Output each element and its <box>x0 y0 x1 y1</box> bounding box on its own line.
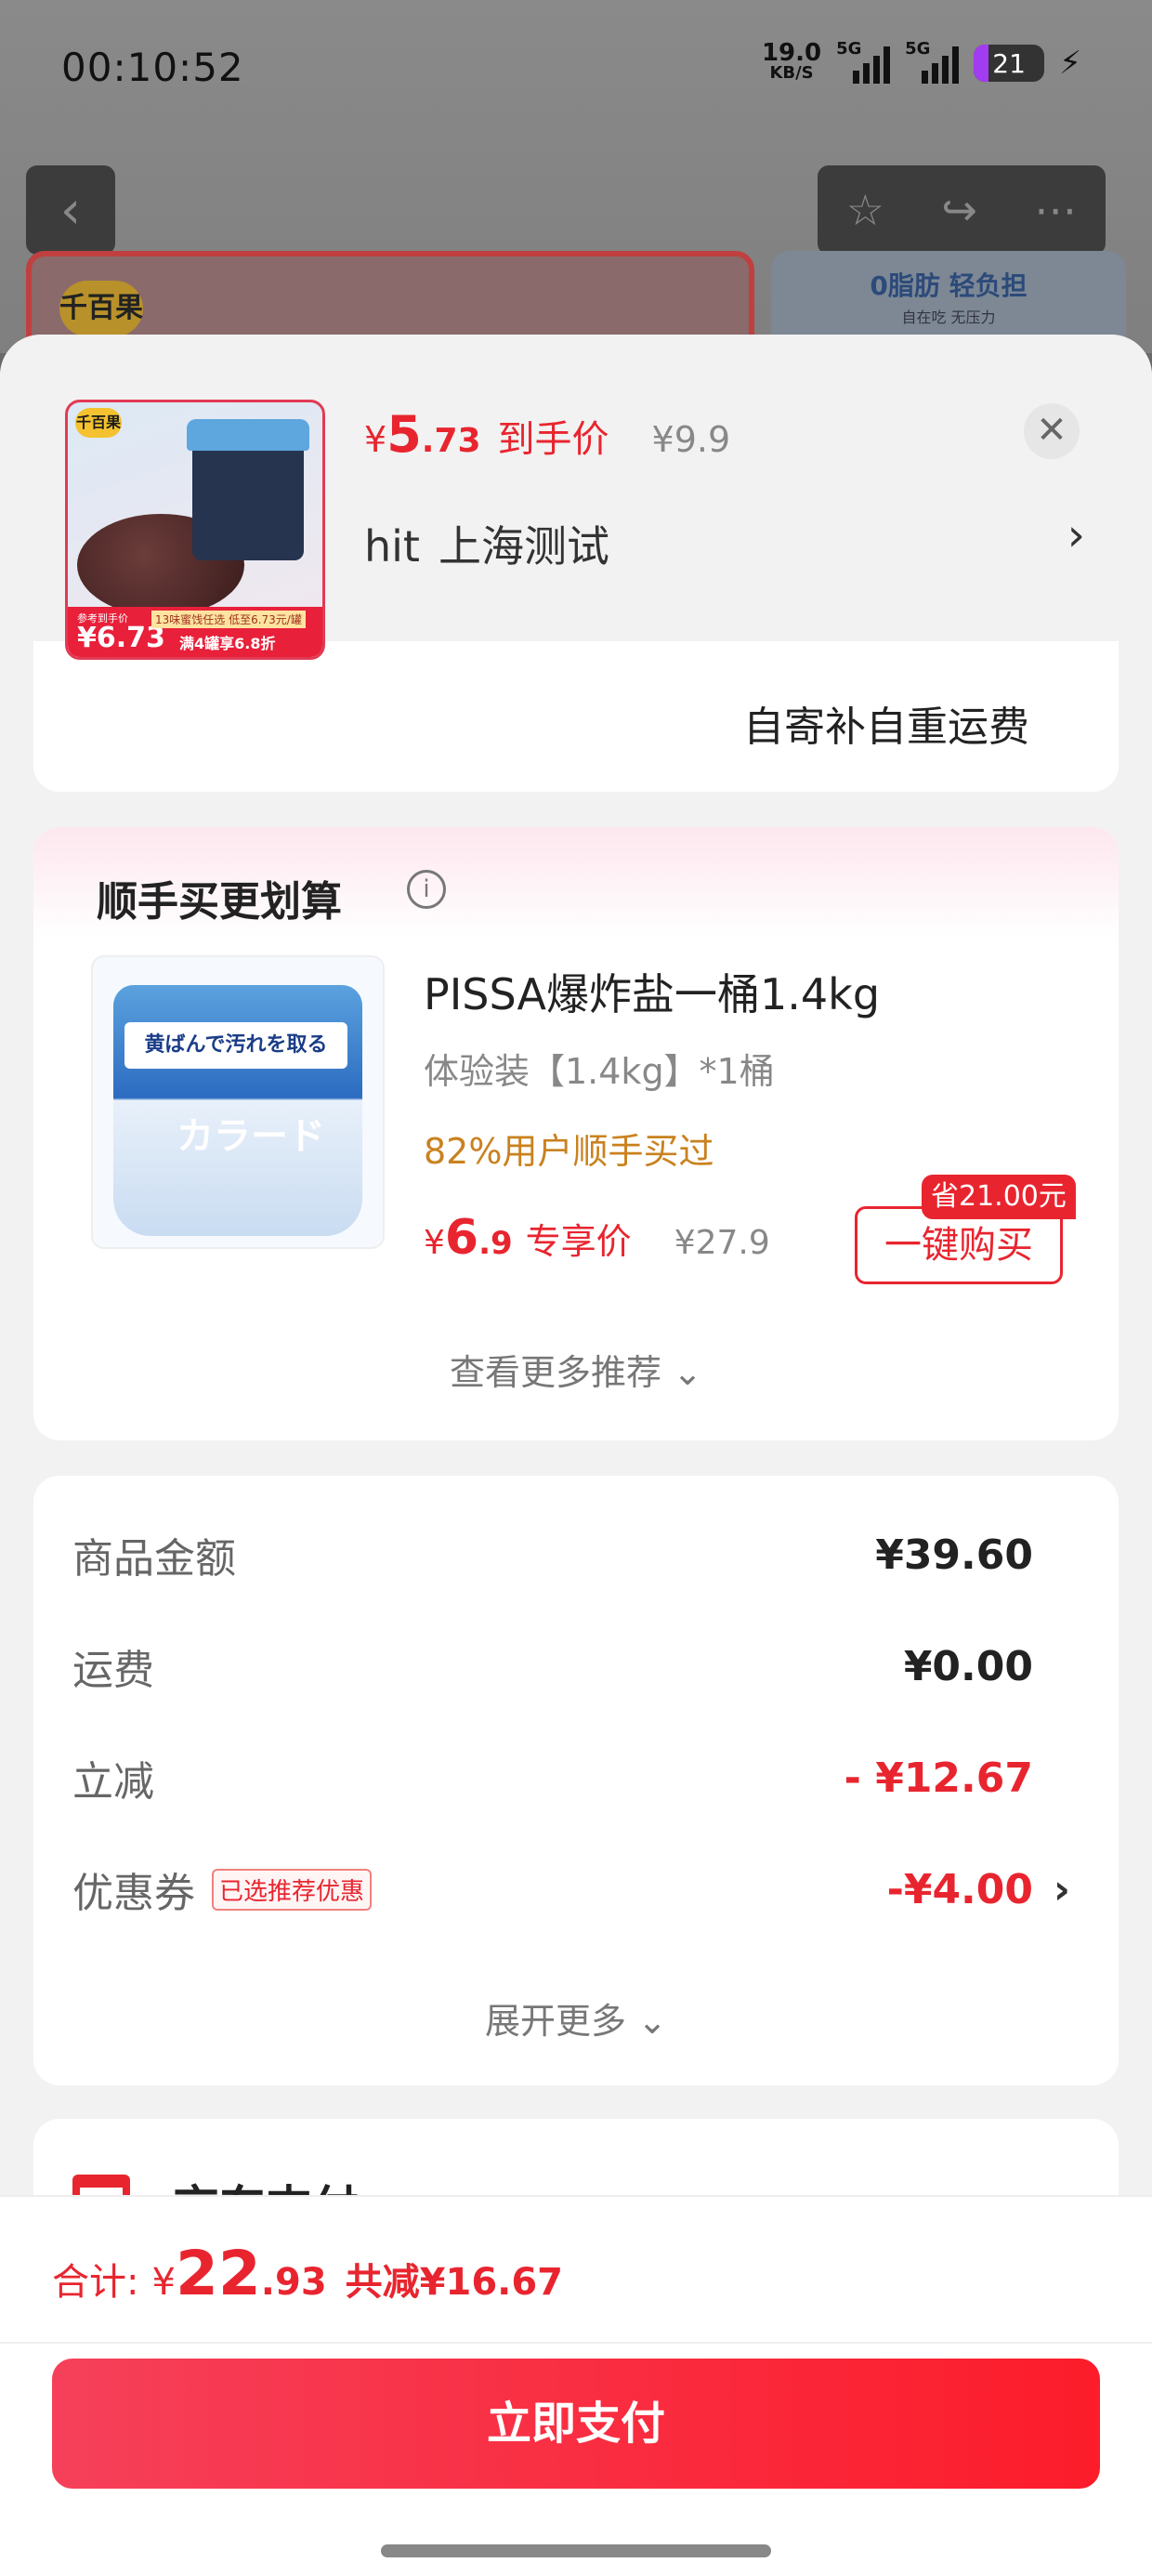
status-bar: 00:10:52 19.0 KB/S 5G 5G 21 ⚡ <box>0 0 1152 139</box>
shipping-card: 自寄补自重运费 <box>33 641 1119 792</box>
sheet-header: 千百果 参考到手价 ¥6.73 13味蜜饯任选 低至6.73元/罐 满4罐享6.… <box>0 335 1152 660</box>
chevron-right-icon[interactable]: › <box>1067 509 1085 561</box>
divider <box>0 2342 1152 2344</box>
close-button[interactable]: ✕ <box>1024 403 1080 459</box>
info-icon[interactable]: i <box>407 870 446 909</box>
net-speed: 19.0 KB/S <box>761 39 822 83</box>
summary-row-goods: 商品金额 ¥39.60 <box>72 1531 1033 1584</box>
header-price: ¥ 5 .73 到手价 ¥9.9 <box>364 405 731 464</box>
nav-actions: ☆ ↪ ⋯ <box>818 165 1106 255</box>
coupon-tag: 已选推荐优惠 <box>212 1868 373 1911</box>
total-price: 合计: ¥ 22 .93 共减¥16.67 <box>52 2238 564 2309</box>
summary-row-discount: 立减 - ¥12.67 <box>72 1754 1033 1807</box>
home-indicator[interactable] <box>381 2544 771 2557</box>
addon-original-price: ¥27.9 <box>674 1224 770 1262</box>
address-selector[interactable]: hit 上海测试 <box>364 513 609 574</box>
checkout-footer: 合计: ¥ 22 .93 共减¥16.67 立即支付 <box>0 2195 1152 2576</box>
shipping-note: 自寄补自重运费 <box>743 703 1029 751</box>
original-price: ¥9.9 <box>651 419 731 460</box>
charging-icon: ⚡ <box>1059 45 1081 82</box>
more-recommendations-link[interactable]: 查看更多推荐 ⌄ <box>33 1344 1119 1395</box>
addon-title: 顺手买更划算 <box>97 878 342 926</box>
summary-row-coupon[interactable]: 优惠券 已选推荐优惠 -¥4.00 <box>72 1857 1033 1922</box>
status-icons: 19.0 KB/S 5G 5G 21 ⚡ <box>761 39 1081 84</box>
share-icon[interactable]: ↪ <box>941 185 977 235</box>
chevron-down-icon: ⌄ <box>637 2001 667 2042</box>
background-page: 00:10:52 19.0 KB/S 5G 5G 21 ⚡ ‹ ☆ ↪ ⋯ 千百果… <box>0 0 1152 362</box>
back-button[interactable]: ‹ <box>26 165 115 255</box>
signal-icon: 5G <box>836 39 891 84</box>
total-savings: 共减¥16.67 <box>345 2261 564 2304</box>
battery-icon: 21 <box>974 45 1045 82</box>
thumbnail-price-badge: 参考到手价 ¥6.73 13味蜜饯任选 低至6.73元/罐 满4罐享6.8折 <box>68 607 322 657</box>
brand-logo: 千百果 <box>75 408 122 438</box>
addon-product-image[interactable]: 黄ばんで汚れを取る カラード <box>91 955 385 1249</box>
product-thumbnail: 千百果 参考到手价 ¥6.73 13味蜜饯任选 低至6.73元/罐 满4罐享6.… <box>65 400 325 660</box>
addon-product-stat: 82%用户顺手买过 <box>424 1131 714 1172</box>
price-summary-card: 商品金额 ¥39.60 运费 ¥0.00 立减 - ¥12.67 优惠券 已选推荐… <box>33 1476 1119 2085</box>
pay-now-button[interactable]: 立即支付 <box>52 2359 1100 2489</box>
save-badge: 省21.00元 <box>922 1175 1076 1219</box>
brand-logo: 千百果 <box>59 281 143 336</box>
summary-row-shipping: 运费 ¥0.00 <box>72 1642 1033 1695</box>
status-time: 00:10:52 <box>61 45 244 90</box>
addon-price: ¥ 6 .9 专享价 ¥27.9 <box>424 1210 770 1266</box>
addon-product-spec: 体验装【1.4kg】*1桶 <box>424 1051 775 1092</box>
star-icon[interactable]: ☆ <box>846 185 884 235</box>
product-jar <box>187 419 309 560</box>
addon-card: 顺手买更划算 i 黄ばんで汚れを取る カラード PISSA爆炸盐一桶1.4kg … <box>33 827 1119 1440</box>
signal-icon: 5G <box>905 39 960 84</box>
addon-product-name[interactable]: PISSA爆炸盐一桶1.4kg <box>424 961 880 1022</box>
expand-more-link[interactable]: 展开更多 ⌄ <box>33 1992 1119 2044</box>
chevron-down-icon: ⌄ <box>673 1352 702 1393</box>
more-icon[interactable]: ⋯ <box>1034 185 1077 235</box>
chevron-right-icon[interactable]: › <box>1054 1866 1070 1913</box>
